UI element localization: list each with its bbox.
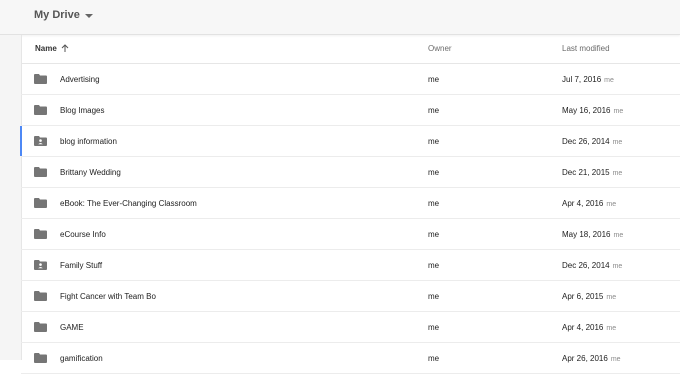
file-owner: me [428, 137, 440, 146]
last-modified-cell: Dec 26, 2014 me [562, 137, 622, 146]
folder-icon [34, 167, 47, 177]
last-modified-cell: Dec 21, 2015 me [562, 168, 622, 177]
folder-icon [34, 229, 47, 239]
last-modified-column-header[interactable]: Last modified [562, 44, 610, 53]
modified-by: me [613, 232, 624, 239]
last-modified-date: May 18, 2016 [562, 230, 611, 239]
table-row[interactable]: Fight Cancer with Team Bo me Apr 6, 2015 me [21, 281, 680, 312]
my-drive-title: My Drive [34, 9, 80, 21]
last-modified-cell: Apr 4, 2016 me [562, 323, 616, 332]
owner-column-header[interactable]: Owner [428, 44, 452, 53]
table-row[interactable]: gamification me Apr 26, 2016 me [21, 343, 680, 374]
table-row[interactable]: blog information me Dec 26, 2014 me [20, 126, 680, 157]
last-modified-cell: Apr 26, 2016 me [562, 354, 621, 363]
last-modified-cell: Jul 7, 2016 me [562, 75, 614, 84]
folder-icon [34, 74, 47, 84]
file-name[interactable]: gamification [60, 354, 103, 363]
last-modified-date: Dec 21, 2015 [562, 168, 610, 177]
top-bar: My Drive [0, 0, 680, 35]
last-modified-date: Apr 6, 2015 [562, 292, 604, 301]
last-modified-cell: Dec 26, 2014 me [562, 261, 622, 270]
file-name[interactable]: GAME [60, 323, 84, 332]
file-list: Advertising me Jul 7, 2016 me Blog Images me M… [20, 64, 680, 374]
folder-icon [34, 322, 47, 332]
last-modified-cell: Apr 6, 2015 me [562, 292, 616, 301]
file-name[interactable]: Advertising [60, 75, 100, 84]
file-name[interactable]: blog information [60, 137, 117, 146]
table-row[interactable]: Family Stuff me Dec 26, 2014 me [21, 250, 680, 281]
file-list-header: Name Owner Last modified [21, 35, 680, 64]
table-row[interactable]: eBook: The Ever-Changing Classroom me Apr … [21, 188, 680, 219]
modified-by: me [606, 325, 617, 332]
table-row[interactable]: Advertising me Jul 7, 2016 me [21, 64, 680, 95]
file-name[interactable]: eCourse Info [60, 230, 106, 239]
last-modified-date: Dec 26, 2014 [562, 261, 610, 270]
file-owner: me [428, 75, 440, 84]
last-modified-cell: May 16, 2016 me [562, 106, 623, 115]
last-modified-date: Apr 4, 2016 [562, 199, 604, 208]
file-name[interactable]: eBook: The Ever-Changing Classroom [60, 199, 197, 208]
last-modified-date: Apr 4, 2016 [562, 323, 604, 332]
left-pane [0, 35, 22, 360]
file-owner: me [428, 168, 440, 177]
folder-icon [34, 198, 47, 208]
name-column-label: Name [35, 44, 57, 53]
last-modified-date: Dec 26, 2014 [562, 137, 610, 146]
folder-icon [34, 291, 47, 301]
folder-icon [34, 353, 47, 363]
file-owner: me [428, 292, 440, 301]
folder-icon [34, 105, 47, 115]
file-name[interactable]: Fight Cancer with Team Bo [60, 292, 156, 301]
last-modified-cell: May 18, 2016 me [562, 230, 623, 239]
modified-by: me [604, 77, 614, 84]
arrow-up-icon [61, 44, 69, 52]
shared-folder-icon [34, 136, 47, 146]
my-drive-dropdown[interactable]: My Drive [34, 9, 93, 21]
modified-by: me [612, 170, 623, 177]
file-owner: me [428, 230, 440, 239]
file-name[interactable]: Brittany Wedding [60, 168, 121, 177]
modified-by: me [612, 263, 623, 270]
file-owner: me [428, 354, 440, 363]
modified-by: me [612, 139, 623, 146]
caret-down-icon [84, 13, 93, 18]
file-name[interactable]: Family Stuff [60, 261, 102, 270]
modified-by: me [606, 201, 617, 208]
shared-folder-icon [34, 260, 47, 270]
table-row[interactable]: eCourse Info me May 18, 2016 me [21, 219, 680, 250]
last-modified-date: Apr 26, 2016 [562, 354, 608, 363]
table-row[interactable]: GAME me Apr 4, 2016 me [21, 312, 680, 343]
modified-by: me [613, 108, 624, 115]
table-row[interactable]: Brittany Wedding me Dec 21, 2015 me [21, 157, 680, 188]
file-owner: me [428, 199, 440, 208]
file-name[interactable]: Blog Images [60, 106, 104, 115]
table-row[interactable]: Blog Images me May 16, 2016 me [21, 95, 680, 126]
file-owner: me [428, 261, 440, 270]
last-modified-date: May 16, 2016 [562, 106, 611, 115]
last-modified-cell: Apr 4, 2016 me [562, 199, 616, 208]
modified-by: me [606, 294, 617, 301]
file-owner: me [428, 323, 440, 332]
file-owner: me [428, 106, 440, 115]
last-modified-date: Jul 7, 2016 [562, 75, 602, 84]
name-column-header[interactable]: Name [35, 44, 69, 53]
